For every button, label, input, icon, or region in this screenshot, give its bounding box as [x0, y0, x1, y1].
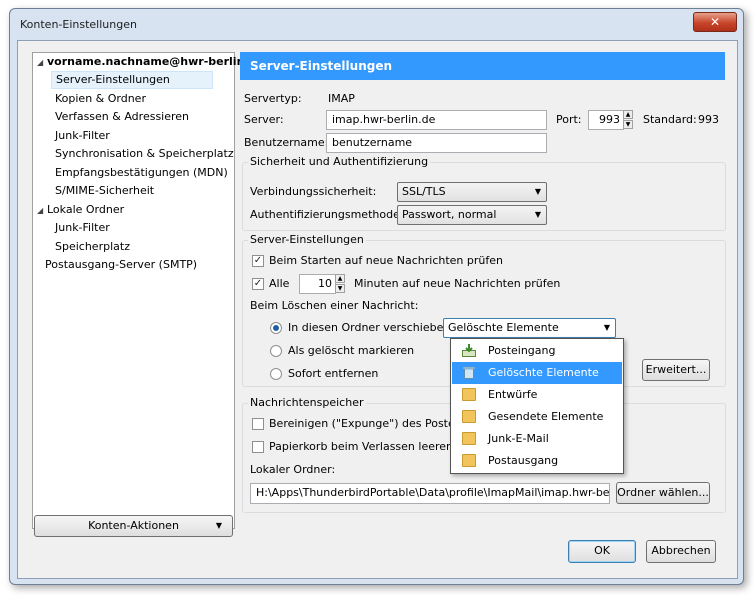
tree-item-smime[interactable]: S/MIME-Sicherheit	[55, 182, 154, 200]
dialog-client: ◢ vorname.nachname@hwr-berlin.de Server-…	[17, 40, 738, 579]
dropdown-item-label: Gesendete Elemente	[488, 410, 604, 423]
dropdown-item-label: Postausgang	[488, 454, 559, 467]
account-actions-label: Konten-Aktionen	[88, 519, 179, 532]
page-title: Server-Einstellungen	[240, 52, 725, 80]
tree-smtp[interactable]: Postausgang-Server (SMTP)	[45, 256, 197, 274]
username-label: Benutzername:	[244, 136, 329, 149]
stepper-up-icon[interactable]: ▲	[623, 110, 633, 119]
standard-value: 993	[698, 113, 719, 126]
delete-label: Beim Löschen einer Nachricht:	[250, 299, 419, 312]
tree-item-label: Server-Einstellungen	[56, 73, 170, 86]
dialog-window: Konten-Einstellungen ✕ ◢ vorname.nachnam…	[9, 8, 744, 585]
dropdown-item-label: Gelöschte Elemente	[488, 366, 599, 379]
advanced-button[interactable]: Erweitert...	[642, 359, 710, 381]
folder-icon	[462, 432, 476, 445]
expunge-checkbox[interactable]	[252, 418, 264, 430]
check-interval-input[interactable]: 10	[299, 274, 336, 294]
tree-item-mdn[interactable]: Empfangsbestätigungen (MDN)	[55, 164, 228, 182]
dropdown-item[interactable]: Gesendete Elemente	[452, 406, 622, 428]
check-start-checkbox[interactable]: ✓	[252, 255, 264, 267]
collapse-icon[interactable]: ◢	[37, 58, 43, 67]
chevron-down-icon: ▼	[215, 521, 222, 530]
security-group-title: Sicherheit und Authentifizierung	[248, 155, 431, 168]
check-every-suffix: Minuten auf neue Nachrichten prüfen	[354, 277, 561, 290]
empty-trash-label: Papierkorb beim Verlassen leeren	[269, 440, 454, 453]
account-actions-button[interactable]: Konten-Aktionen ▼	[34, 515, 233, 537]
stepper-up-icon[interactable]: ▲	[335, 274, 345, 283]
choose-folder-button[interactable]: Ordner wählen...	[616, 482, 710, 504]
empty-trash-checkbox[interactable]	[252, 441, 264, 453]
radio-move-label: In diesen Ordner verschieben:	[288, 321, 455, 334]
storage-group-title: Nachrichtenspeicher	[248, 396, 366, 409]
check-start-label: Beim Starten auf neue Nachrichten prüfen	[269, 254, 503, 267]
folder-icon	[462, 410, 476, 423]
stepper-down-icon[interactable]: ▼	[335, 284, 345, 293]
tree-item-compose[interactable]: Verfassen & Adressieren	[55, 108, 189, 126]
expunge-label: Bereinigen ("Expunge") des Posteing	[269, 417, 472, 430]
title-bar: Konten-Einstellungen ✕	[10, 9, 743, 39]
check-every-checkbox[interactable]: ✓	[252, 278, 264, 290]
chevron-down-icon: ▼	[603, 323, 610, 332]
server-input[interactable]: imap.hwr-berlin.de	[326, 110, 547, 130]
ok-button[interactable]: OK	[568, 540, 636, 563]
radio-mark-deleted[interactable]	[270, 345, 282, 357]
check-every-prefix: Alle	[269, 277, 290, 290]
trash-icon	[462, 366, 476, 379]
dropdown-item-label: Posteingang	[488, 344, 556, 357]
close-button[interactable]: ✕	[693, 12, 737, 32]
server-type-label: Servertyp:	[244, 92, 302, 105]
window-title: Konten-Einstellungen	[20, 18, 137, 31]
trash-folder-dropdown[interactable]: Posteingang Gelöschte Elemente Entwürfe …	[450, 338, 624, 474]
port-input[interactable]: 993	[588, 110, 624, 130]
folder-icon	[462, 454, 476, 467]
local-folder-input[interactable]: H:\Apps\ThunderbirdPortable\Data\profile…	[250, 483, 610, 504]
dropdown-item-label: Entwürfe	[488, 388, 538, 401]
radio-remove-now[interactable]	[270, 368, 282, 380]
standard-label: Standard:	[643, 113, 697, 126]
tree-account[interactable]: vorname.nachname@hwr-berlin.de	[47, 53, 264, 71]
dropdown-item[interactable]: Posteingang	[452, 340, 622, 362]
stepper-down-icon[interactable]: ▼	[623, 120, 633, 129]
dropdown-item[interactable]: Postausgang	[452, 450, 622, 472]
conn-security-label: Verbindungssicherheit:	[250, 185, 377, 198]
dropdown-item[interactable]: Gelöschte Elemente	[452, 362, 622, 384]
local-folder-label: Lokaler Ordner:	[250, 463, 336, 476]
tree-item-local-junk[interactable]: Junk-Filter	[55, 219, 110, 237]
inbox-icon	[462, 344, 476, 357]
conn-security-value: SSL/TLS	[402, 185, 446, 198]
collapse-icon[interactable]: ◢	[37, 206, 43, 215]
tree-item-copies[interactable]: Kopien & Ordner	[55, 90, 146, 108]
dropdown-item[interactable]: Entwürfe	[452, 384, 622, 406]
tree-item-sync[interactable]: Synchronisation & Speicherplatz	[55, 145, 234, 163]
folder-icon	[462, 388, 476, 401]
tree-item-junk[interactable]: Junk-Filter	[55, 127, 110, 145]
interval-stepper[interactable]: ▲ ▼	[335, 274, 345, 294]
radio-mark-label: Als gelöscht markieren	[288, 344, 415, 357]
auth-method-value: Passwort, normal	[402, 208, 497, 221]
cancel-button[interactable]: Abbrechen	[646, 540, 716, 563]
server-label: Server:	[244, 113, 284, 126]
auth-method-select[interactable]: Passwort, normal ▼	[397, 205, 547, 225]
username-input[interactable]: benutzername	[326, 133, 547, 153]
radio-move-to-folder[interactable]	[270, 322, 282, 334]
tree-item-local-storage[interactable]: Speicherplatz	[55, 238, 130, 256]
tree-local-folders[interactable]: Lokale Ordner	[47, 201, 124, 219]
chevron-down-icon: ▼	[534, 210, 541, 219]
server-settings-group-title: Server-Einstellungen	[248, 233, 366, 246]
auth-method-label: Authentifizierungsmethode:	[250, 208, 404, 221]
trash-folder-value: Gelöschte Elemente	[448, 321, 559, 334]
port-stepper[interactable]: ▲ ▼	[623, 110, 633, 130]
account-tree[interactable]: ◢ vorname.nachname@hwr-berlin.de Server-…	[32, 52, 264, 529]
tree-item-server-settings[interactable]: Server-Einstellungen	[51, 71, 213, 89]
dropdown-item-label: Junk-E-Mail	[488, 432, 549, 445]
port-label: Port:	[556, 113, 582, 126]
chevron-down-icon: ▼	[534, 187, 541, 196]
server-type-value: IMAP	[328, 92, 355, 105]
trash-folder-select[interactable]: Gelöschte Elemente ▼	[443, 318, 616, 338]
dropdown-item[interactable]: Junk-E-Mail	[452, 428, 622, 450]
conn-security-select[interactable]: SSL/TLS ▼	[397, 182, 547, 202]
radio-remove-label: Sofort entfernen	[288, 367, 379, 380]
